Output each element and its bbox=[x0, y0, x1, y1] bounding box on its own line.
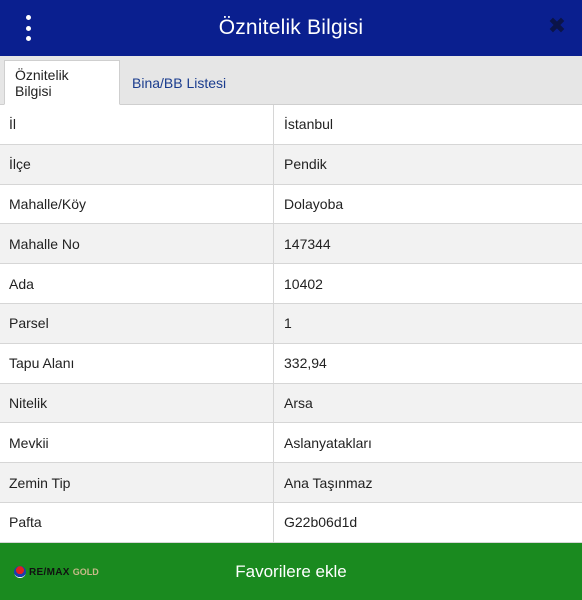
attribute-key: Nitelik bbox=[0, 383, 274, 423]
attribute-value: Dolayoba bbox=[284, 195, 344, 212]
attribute-key: İl bbox=[0, 105, 274, 144]
attribute-value: 10402 bbox=[284, 275, 323, 292]
attribute-value: 332,94 bbox=[284, 355, 327, 372]
table-row: İlçe Pendik bbox=[0, 144, 582, 185]
table-row: Tapu Alanı 332,94 bbox=[0, 343, 582, 384]
attribute-key: Mevkii bbox=[0, 423, 274, 463]
tab-bar: Öznitelik Bilgisi Bina/BB Listesi bbox=[0, 56, 582, 105]
add-to-favorites-button[interactable]: RE/MAX GOLD Favorilere ekle bbox=[0, 543, 582, 600]
add-to-favorites-label: Favorilere ekle bbox=[235, 561, 347, 581]
attribute-value: 147344 bbox=[284, 235, 331, 252]
attribute-value: İstanbul bbox=[284, 116, 334, 133]
tab-attribute-info[interactable]: Öznitelik Bilgisi bbox=[4, 60, 120, 105]
tab-label: Öznitelik Bilgisi bbox=[15, 66, 69, 99]
table-row: Nitelik Arsa bbox=[0, 383, 582, 424]
attribute-value: G22b06d1d bbox=[284, 514, 358, 531]
attribute-key: Parsel bbox=[0, 303, 274, 343]
attribute-value: Aslanyatakları bbox=[284, 434, 372, 451]
attribute-key: Zemin Tip bbox=[0, 463, 274, 502]
close-icon[interactable]: ✖ bbox=[546, 15, 568, 37]
attribute-key: Mahalle No bbox=[0, 224, 274, 264]
tab-label: Bina/BB Listesi bbox=[132, 74, 227, 91]
table-row: Pafta G22b06d1d bbox=[0, 502, 582, 543]
attribute-table: İl İstanbul İlçe Pendik Mahalle/Köy Dola… bbox=[0, 105, 582, 543]
kebab-menu-icon[interactable] bbox=[18, 15, 38, 41]
attribute-value: 1 bbox=[284, 315, 292, 332]
page-title: Öznitelik Bilgisi bbox=[218, 16, 364, 39]
attribute-value: Arsa bbox=[284, 394, 313, 411]
app-header: Öznitelik Bilgisi ✖ bbox=[0, 0, 582, 56]
table-row: İl İstanbul bbox=[0, 105, 582, 145]
logo-suffix: GOLD bbox=[72, 567, 99, 577]
table-row: Mevkii Aslanyatakları bbox=[0, 423, 582, 464]
table-row: Zemin Tip Ana Taşınmaz bbox=[0, 463, 582, 503]
attribute-key: İlçe bbox=[0, 144, 274, 184]
tab-building-list[interactable]: Bina/BB Listesi bbox=[122, 60, 236, 105]
attribute-key: Tapu Alanı bbox=[0, 343, 274, 383]
attribute-key: Ada bbox=[0, 264, 274, 303]
table-row: Ada 10402 bbox=[0, 264, 582, 304]
table-row: Mahalle/Köy Dolayoba bbox=[0, 184, 582, 225]
logo-text: RE/MAX bbox=[29, 566, 70, 578]
balloon-icon bbox=[14, 566, 26, 578]
remax-logo: RE/MAX GOLD bbox=[14, 564, 99, 580]
table-row: Parsel 1 bbox=[0, 303, 582, 344]
attribute-key: Pafta bbox=[0, 502, 274, 542]
attribute-value: Ana Taşınmaz bbox=[284, 474, 373, 491]
attribute-key: Mahalle/Köy bbox=[0, 184, 274, 224]
attribute-value: Pendik bbox=[284, 156, 327, 173]
table-row: Mahalle No 147344 bbox=[0, 224, 582, 265]
